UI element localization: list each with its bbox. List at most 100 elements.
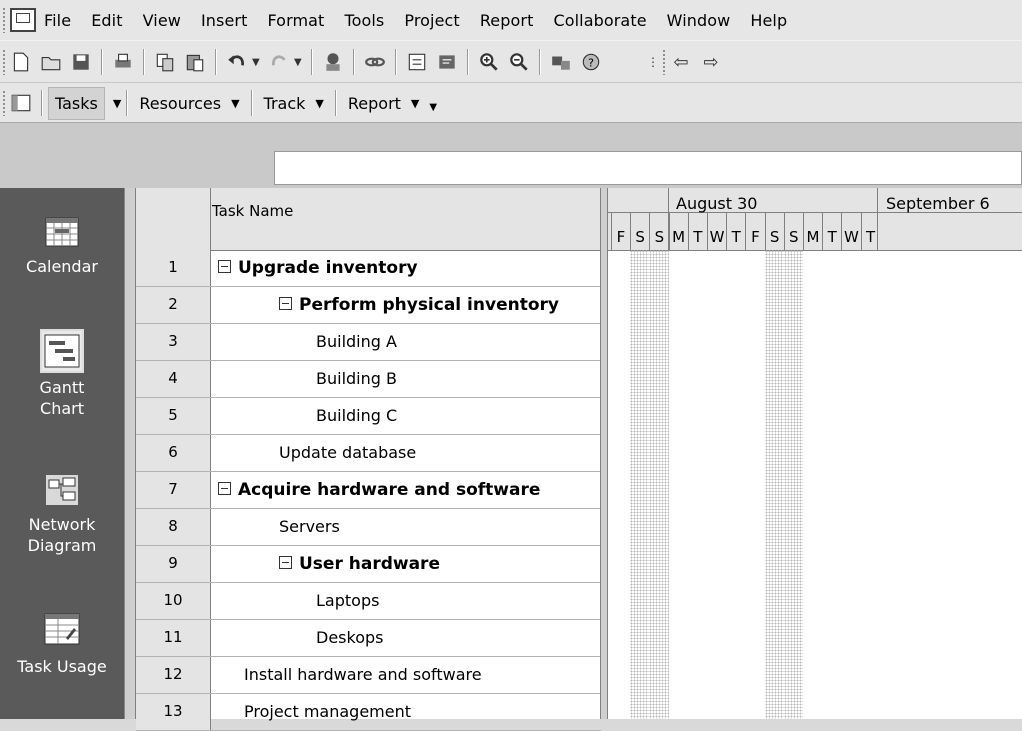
collapse-toggle-icon[interactable] — [218, 481, 231, 495]
menu-report[interactable]: Report — [480, 11, 534, 30]
task-name-cell[interactable]: Deskops — [316, 620, 383, 656]
task-name-cell[interactable]: Building C — [316, 398, 397, 434]
task-id-cell[interactable]: 4 — [136, 361, 211, 397]
task-id-cell[interactable]: 3 — [136, 324, 211, 360]
task-name-cell[interactable]: Acquire hardware and software — [218, 472, 540, 508]
toolbar-options-icon[interactable]: ▼ — [429, 102, 437, 113]
toolbar-options-icon[interactable]: ⋮ — [646, 47, 660, 77]
task-id-cell[interactable]: 8 — [136, 509, 211, 545]
menu-tools[interactable]: Tools — [344, 11, 384, 30]
task-row[interactable]: 13 Project management — [136, 694, 601, 731]
task-row[interactable]: 5 Building C — [136, 398, 601, 435]
task-row[interactable]: 10 Laptops — [136, 583, 601, 620]
collapse-toggle-icon[interactable] — [279, 296, 292, 310]
task-row[interactable]: 6 Update database — [136, 435, 601, 472]
scroll-forward-icon[interactable]: ⇨ — [696, 47, 726, 77]
task-name-cell[interactable]: Building B — [316, 361, 397, 397]
view-task-usage[interactable]: Task Usage — [0, 610, 124, 677]
assign-resources-icon[interactable] — [318, 47, 348, 77]
task-id-cell[interactable]: 10 — [136, 583, 211, 619]
tasks-dropdown-icon[interactable]: ▼ — [113, 97, 121, 110]
toolbar-separator — [467, 49, 469, 75]
task-row[interactable]: 2 Perform physical inventory — [136, 287, 601, 324]
menu-format[interactable]: Format — [267, 11, 324, 30]
view-calendar[interactable]: Calendar — [0, 214, 124, 277]
task-notes-icon[interactable] — [432, 47, 462, 77]
task-row[interactable]: 11 Deskops — [136, 620, 601, 657]
column-header-task-name[interactable]: Task Name — [212, 202, 293, 220]
task-id-cell[interactable]: 11 — [136, 620, 211, 656]
task-name-cell[interactable]: Perform physical inventory — [279, 287, 559, 323]
task-id-cell[interactable]: 1 — [136, 250, 211, 286]
task-row[interactable]: 1 Upgrade inventory — [136, 250, 601, 287]
task-name-cell[interactable]: User hardware — [279, 546, 440, 582]
task-name-cell[interactable]: Project management — [244, 694, 411, 730]
task-row[interactable]: 9 User hardware — [136, 546, 601, 583]
view-bar: Calendar Gantt Chart Network Diagram Tas… — [0, 188, 124, 719]
task-row[interactable]: 4 Building B — [136, 361, 601, 398]
timescale-day: S — [769, 228, 780, 246]
task-name-cell[interactable]: Building A — [316, 324, 397, 360]
show-project-guide-icon[interactable] — [6, 88, 36, 118]
menu-project[interactable]: Project — [404, 11, 459, 30]
task-row[interactable]: 12 Install hardware and software — [136, 657, 601, 694]
menu-view[interactable]: View — [143, 11, 181, 30]
undo-dropdown-icon[interactable]: ▼ — [252, 57, 264, 68]
task-id-cell[interactable]: 2 — [136, 287, 211, 323]
task-id-cell[interactable]: 12 — [136, 657, 211, 693]
print-icon[interactable] — [108, 47, 138, 77]
entry-field[interactable] — [274, 151, 1022, 185]
menu-collaborate[interactable]: Collaborate — [553, 11, 646, 30]
task-information-icon[interactable] — [402, 47, 432, 77]
task-name-cell[interactable]: Install hardware and software — [244, 657, 482, 693]
view-network-diagram[interactable]: Network Diagram — [0, 472, 124, 556]
guide-resources-button[interactable]: Resources ▼ — [133, 88, 245, 119]
paste-icon[interactable] — [180, 47, 210, 77]
task-row[interactable]: 3 Building A — [136, 324, 601, 361]
task-name-cell[interactable]: Upgrade inventory — [218, 250, 418, 286]
table-chart-divider[interactable] — [600, 188, 608, 719]
guide-report-button[interactable]: Report ▼ — [342, 88, 426, 119]
task-id-cell[interactable]: 6 — [136, 435, 211, 471]
app-control-icon[interactable] — [10, 8, 36, 32]
timescale-day-divider — [687, 212, 689, 250]
new-icon[interactable] — [6, 47, 36, 77]
task-name-text: Perform physical inventory — [299, 295, 559, 315]
task-name-cell[interactable]: Laptops — [316, 583, 379, 619]
task-row[interactable]: 8 Servers — [136, 509, 601, 546]
copy-icon[interactable] — [150, 47, 180, 77]
guide-track-label: Track — [263, 93, 306, 113]
open-icon[interactable] — [36, 47, 66, 77]
copy-picture-icon[interactable] — [546, 47, 576, 77]
menu-edit[interactable]: Edit — [91, 11, 122, 30]
task-id-cell[interactable]: 9 — [136, 546, 211, 582]
timescale-day: S — [654, 228, 665, 246]
link-tasks-icon[interactable] — [360, 47, 390, 77]
task-table: Task Name 1 Upgrade inventory 2 Perform phy… — [135, 188, 601, 731]
menu-window[interactable]: Window — [667, 11, 731, 30]
menu-insert[interactable]: Insert — [201, 11, 248, 30]
view-gantt-chart[interactable]: Gantt Chart — [0, 329, 124, 419]
menu-help[interactable]: Help — [750, 11, 787, 30]
scroll-back-icon[interactable]: ⇦ — [666, 47, 696, 77]
guide-tasks-button[interactable]: Tasks — [48, 86, 105, 120]
task-id-cell[interactable]: 7 — [136, 472, 211, 508]
collapse-toggle-icon[interactable] — [218, 259, 231, 273]
select-all-corner[interactable] — [136, 188, 211, 250]
zoom-out-icon[interactable] — [504, 47, 534, 77]
undo-icon[interactable] — [222, 47, 252, 77]
task-name-cell[interactable]: Servers — [279, 509, 340, 545]
toolbar-grip[interactable] — [2, 7, 6, 33]
redo-icon[interactable] — [264, 47, 294, 77]
guide-track-button[interactable]: Track ▼ — [258, 88, 330, 119]
help-icon[interactable]: ? — [576, 47, 606, 77]
collapse-toggle-icon[interactable] — [279, 555, 292, 569]
zoom-in-icon[interactable] — [474, 47, 504, 77]
task-id-cell[interactable]: 5 — [136, 398, 211, 434]
task-id-cell[interactable]: 13 — [136, 694, 211, 730]
redo-dropdown-icon[interactable]: ▼ — [294, 57, 306, 68]
save-icon[interactable] — [66, 47, 96, 77]
menu-file[interactable]: File — [44, 11, 71, 30]
task-name-cell[interactable]: Update database — [279, 435, 416, 471]
task-row[interactable]: 7 Acquire hardware and software — [136, 472, 601, 509]
